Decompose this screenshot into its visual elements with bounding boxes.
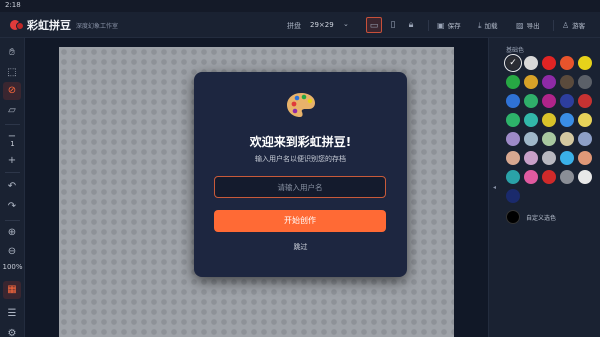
toolbar-divider <box>553 20 554 31</box>
color-swatch[interactable] <box>542 75 556 89</box>
color-swatch[interactable] <box>578 170 592 184</box>
color-swatch[interactable] <box>524 56 538 70</box>
color-swatch[interactable] <box>560 132 574 146</box>
username-input[interactable] <box>214 176 386 198</box>
user-icon: ♙ <box>562 21 570 30</box>
toolbar-divider <box>428 20 429 31</box>
color-swatch[interactable] <box>542 170 556 184</box>
color-swatch[interactable] <box>524 94 538 108</box>
stack-icon[interactable]: ☰ <box>3 305 21 323</box>
landscape-mode-icon[interactable]: ▭ <box>366 17 382 33</box>
app-logo-icon <box>10 20 24 30</box>
color-swatch[interactable] <box>560 94 574 108</box>
color-swatch[interactable] <box>524 170 538 184</box>
color-swatch[interactable] <box>578 151 592 165</box>
board-size-label: 拼盘 <box>287 22 301 30</box>
save-label: 保存 <box>447 22 461 30</box>
chevron-down-icon[interactable]: ⌄ <box>343 20 349 28</box>
color-swatch[interactable] <box>506 132 520 146</box>
palette-icon <box>287 93 315 117</box>
color-swatch[interactable] <box>506 94 520 108</box>
export-label: 导出 <box>526 22 540 30</box>
color-swatch[interactable]: ✓ <box>504 54 522 72</box>
zoom-in-icon[interactable]: ⊕ <box>3 224 21 242</box>
download-icon: ⤓ <box>478 21 482 30</box>
color-swatch[interactable] <box>524 132 538 146</box>
app-title: 彩虹拼豆 <box>27 19 71 32</box>
load-button[interactable]: ⤓ 加载 <box>478 20 498 31</box>
color-swatch[interactable] <box>578 113 592 127</box>
start-button[interactable]: 开始创作 <box>214 210 386 232</box>
color-swatch[interactable] <box>506 75 520 89</box>
color-swatch[interactable] <box>524 151 538 165</box>
toolbar-divider <box>5 124 20 125</box>
color-swatch[interactable] <box>578 56 592 70</box>
color-swatch[interactable] <box>506 151 520 165</box>
guest-label: 游客 <box>572 22 586 30</box>
color-swatch[interactable] <box>560 75 574 89</box>
export-button[interactable]: ▨ 导出 <box>516 20 540 30</box>
dialog-subtitle: 输入用户名以便识别您的存档 <box>255 155 346 163</box>
color-swatch[interactable] <box>506 189 520 203</box>
color-swatch[interactable] <box>542 132 556 146</box>
top-bar: 彩虹拼豆 深度幻象工作室 拼盘 29×29 ⌄ ▭ ▯ 🔒︎ ▣ 保存 ⤓ 加载 ▨… <box>0 12 600 38</box>
grid-icon[interactable]: ▦ <box>3 281 21 299</box>
palette-title: 基础色 <box>506 47 525 54</box>
welcome-dialog: 欢迎来到彩虹拼豆! 输入用户名以便识别您的存档 开始创作 跳过 <box>194 72 407 277</box>
custom-color-label: 自定义选色 <box>526 215 557 222</box>
save-button[interactable]: ▣ 保存 <box>437 20 461 30</box>
left-toolbar: ✋︎ ⬚ ⊘ ▱ − 1 + ↶ ↷ ⊕ ⊖ 100% ▦ ☰ ⚙︎ <box>0 38 25 337</box>
custom-color-swatch[interactable] <box>506 210 520 224</box>
color-swatches: ✓ <box>504 54 598 203</box>
color-swatch[interactable] <box>506 170 520 184</box>
color-swatch[interactable] <box>560 170 574 184</box>
color-swatch[interactable] <box>578 132 592 146</box>
zoom-level: 100% <box>2 263 23 271</box>
color-panel: ◂ 基础色 ✓ 自定义选色 <box>488 38 600 337</box>
color-swatch[interactable] <box>578 94 592 108</box>
prohibit-icon[interactable]: ⊘ <box>3 82 21 100</box>
save-icon: ▣ <box>437 21 445 30</box>
load-label: 加载 <box>484 22 498 30</box>
color-swatch[interactable] <box>542 56 556 70</box>
status-bar: 2:18 <box>0 0 600 12</box>
toolbar-divider <box>5 220 20 221</box>
color-swatch[interactable] <box>542 113 556 127</box>
color-swatch[interactable] <box>524 75 538 89</box>
color-swatch[interactable] <box>560 113 574 127</box>
layer-number: 1 <box>10 140 15 148</box>
color-swatch[interactable] <box>524 113 538 127</box>
plus-icon[interactable]: + <box>3 152 21 170</box>
color-swatch[interactable] <box>560 151 574 165</box>
board-size-select[interactable]: 29×29 <box>310 21 334 29</box>
select-icon[interactable]: ⬚ <box>3 64 21 82</box>
zoom-out-icon[interactable]: ⊖ <box>3 243 21 261</box>
skip-link[interactable]: 跳过 <box>194 242 407 252</box>
portrait-mode-icon[interactable]: ▯ <box>385 17 401 33</box>
eraser-icon[interactable]: ▱ <box>3 102 21 120</box>
image-icon: ▨ <box>516 21 524 30</box>
app-subtitle: 深度幻象工作室 <box>76 23 119 30</box>
settings-icon[interactable]: ⚙︎ <box>3 325 21 337</box>
dialog-title: 欢迎来到彩虹拼豆! <box>249 135 352 149</box>
hand-icon[interactable]: ✋︎ <box>3 44 21 62</box>
status-time: 2:18 <box>5 1 21 9</box>
undo-icon[interactable]: ↶ <box>3 178 21 196</box>
collapse-arrow-icon[interactable]: ◂ <box>493 184 496 191</box>
toolbar-divider <box>5 172 20 173</box>
color-swatch[interactable] <box>542 94 556 108</box>
color-swatch[interactable] <box>578 75 592 89</box>
color-swatch[interactable] <box>560 56 574 70</box>
color-swatch[interactable] <box>542 151 556 165</box>
lock-icon[interactable]: 🔒︎ <box>403 17 419 33</box>
color-swatch[interactable] <box>506 113 520 127</box>
user-button[interactable]: ♙ 游客 <box>562 20 585 30</box>
check-icon: ✓ <box>509 58 517 68</box>
redo-icon[interactable]: ↷ <box>3 198 21 216</box>
